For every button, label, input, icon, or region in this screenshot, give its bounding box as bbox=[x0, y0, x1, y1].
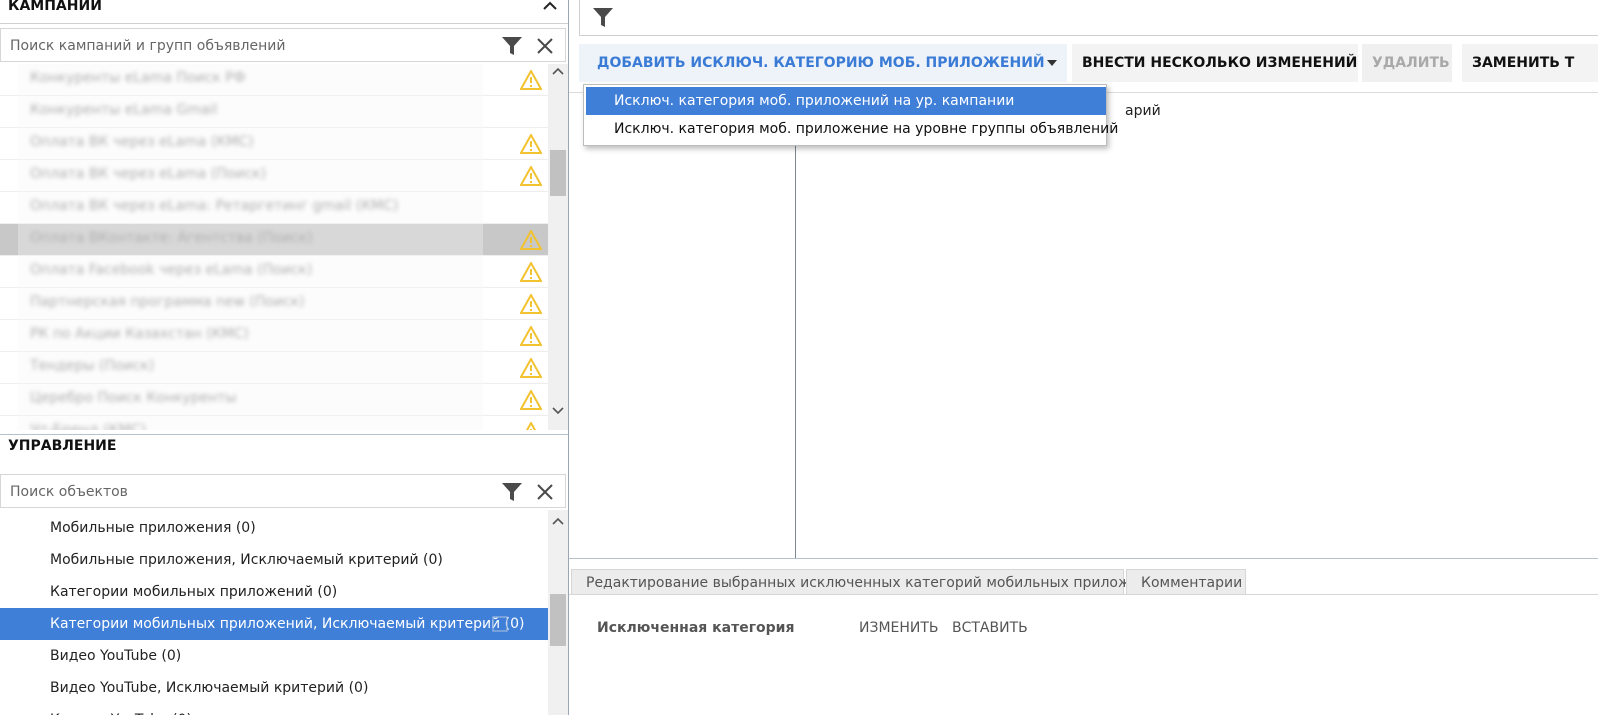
change-button[interactable]: ИЗМЕНИТЬ bbox=[859, 620, 939, 636]
list-item-label: Мобильные приложения (0) bbox=[50, 520, 256, 536]
object-search-input[interactable] bbox=[10, 482, 490, 502]
data-grid: арий bbox=[569, 92, 1598, 559]
tree-row[interactable]: Оплата ВКонтакте: Агентства (Поиск) bbox=[0, 224, 548, 256]
warning-icon[interactable] bbox=[520, 422, 542, 430]
filter-icon[interactable] bbox=[501, 36, 523, 56]
manage-title: УПРАВЛЕНИЕ bbox=[8, 438, 117, 454]
add-dropdown-menu: Исключ. категория моб. приложений на ур.… bbox=[583, 84, 1118, 146]
menu-item-adgroup-level[interactable]: Исключ. категория моб. приложение на уро… bbox=[586, 115, 1118, 143]
scroll-up-icon[interactable] bbox=[552, 516, 564, 526]
scroll-thumb[interactable] bbox=[550, 594, 566, 646]
tree-row[interactable]: Оплата ВК через eLama (КМС) bbox=[0, 128, 548, 160]
tree-row[interactable]: Чт-Бренд (КМС) bbox=[0, 416, 548, 430]
tree-row[interactable]: Оплата ВК через eLama: Ретаргетинг gmail… bbox=[0, 192, 548, 224]
app-window: КАМПАНИИ Конкуренты eLama Поиск РФКонкур… bbox=[0, 0, 1598, 715]
campaign-name: Тендеры (Поиск) bbox=[30, 358, 155, 374]
warning-icon[interactable] bbox=[520, 70, 542, 90]
manage-header: УПРАВЛЕНИЕ bbox=[0, 434, 568, 462]
campaign-search-row bbox=[0, 28, 566, 62]
grid-splitter[interactable] bbox=[569, 558, 1598, 559]
campaigns-title: КАМПАНИИ bbox=[8, 0, 102, 14]
campaign-name: Конкуренты eLama Поиск РФ bbox=[30, 70, 246, 86]
list-item-label: Видео YouTube, Исключаемый критерий (0) bbox=[50, 680, 369, 696]
campaign-search-input[interactable] bbox=[10, 36, 490, 56]
edit-icon[interactable] bbox=[492, 616, 508, 632]
campaign-name: Оплата ВК через eLama (КМС) bbox=[30, 134, 254, 150]
replace-button[interactable]: ЗАМЕНИТЬ Т bbox=[1462, 44, 1598, 82]
tree-row[interactable]: Конкуренты eLama Поиск РФ bbox=[0, 64, 548, 96]
menu-item-campaign-level[interactable]: Исключ. категория моб. приложений на ур.… bbox=[586, 87, 1106, 115]
tab-edit-selected[interactable]: Редактирование выбранных исключенных кат… bbox=[571, 569, 1167, 595]
right-panel: ДОБАВИТЬ ИСКЛЮЧ. КАТЕГОРИЮ МОБ. ПРИЛОЖЕН… bbox=[568, 0, 1598, 715]
list-item[interactable]: Мобильные приложения (0) bbox=[0, 512, 548, 544]
warning-icon[interactable] bbox=[520, 262, 542, 282]
divider bbox=[569, 594, 1598, 595]
filter-icon[interactable] bbox=[501, 482, 523, 502]
left-panel: КАМПАНИИ Конкуренты eLama Поиск РФКонкур… bbox=[0, 0, 568, 715]
warning-icon[interactable] bbox=[520, 358, 542, 378]
warning-icon[interactable] bbox=[520, 166, 542, 186]
close-icon[interactable] bbox=[535, 36, 555, 56]
caret-down-icon[interactable] bbox=[1047, 60, 1057, 66]
tree-row[interactable]: Церебро Поиск Конкуренты bbox=[0, 384, 548, 416]
add-excluded-category-button[interactable]: ДОБАВИТЬ ИСКЛЮЧ. КАТЕГОРИЮ МОБ. ПРИЛОЖЕН… bbox=[579, 44, 1067, 82]
list-item[interactable]: Категории мобильных приложений (0) bbox=[0, 576, 548, 608]
campaigns-header: КАМПАНИИ bbox=[0, 0, 568, 24]
manage-list: Мобильные приложения (0) Мобильные прилож… bbox=[0, 512, 548, 715]
tree-row[interactable]: Тендеры (Поиск) bbox=[0, 352, 548, 384]
excluded-category-label: Исключенная категория bbox=[597, 620, 795, 636]
filter-bar[interactable] bbox=[579, 0, 1598, 36]
delete-button[interactable]: УДАЛИТЬ bbox=[1362, 44, 1452, 82]
warning-icon[interactable] bbox=[520, 294, 542, 314]
tree-row[interactable]: РК по Акции Казахстан (КМС) bbox=[0, 320, 548, 352]
tree-row[interactable]: Оплата Facebook через eLama (Поиск) bbox=[0, 256, 548, 288]
tree-row[interactable]: Конкуренты eLama Gmail bbox=[0, 96, 548, 128]
list-item[interactable]: Каналы YouTube (0) bbox=[0, 704, 548, 715]
chevron-up-icon[interactable] bbox=[542, 0, 558, 14]
scroll-thumb[interactable] bbox=[550, 150, 566, 196]
warning-icon[interactable] bbox=[520, 390, 542, 410]
list-item-label: Категории мобильных приложений, Исключае… bbox=[50, 616, 525, 632]
campaign-name: Оплата Facebook через eLama (Поиск) bbox=[30, 262, 313, 278]
add-button-label: ДОБАВИТЬ ИСКЛЮЧ. КАТЕГОРИЮ МОБ. ПРИЛОЖЕН… bbox=[597, 55, 1045, 71]
tree-row[interactable]: Партнерская программа new (Поиск) bbox=[0, 288, 548, 320]
campaign-name: Партнерская программа new (Поиск) bbox=[30, 294, 305, 310]
campaign-name: Церебро Поиск Конкуренты bbox=[30, 390, 237, 406]
list-item-label: Видео YouTube (0) bbox=[50, 648, 182, 664]
tree-row[interactable]: Оплата ВК через eLama (Поиск) bbox=[0, 160, 548, 192]
scroll-down-icon[interactable] bbox=[552, 406, 564, 416]
filter-icon[interactable] bbox=[592, 6, 614, 28]
campaign-tree-scrollbar[interactable] bbox=[548, 64, 568, 430]
list-item-label: Категории мобильных приложений (0) bbox=[50, 584, 338, 600]
list-item[interactable]: Мобильные приложения, Исключаемый критер… bbox=[0, 544, 548, 576]
list-item[interactable]: Категории мобильных приложений, Исключае… bbox=[0, 608, 548, 640]
campaign-name: Чт-Бренд (КМС) bbox=[30, 422, 146, 430]
list-item-label: Мобильные приложения, Исключаемый критер… bbox=[50, 552, 443, 568]
list-item[interactable]: Видео YouTube (0) bbox=[0, 640, 548, 672]
campaign-name: Оплата ВК через eLama (Поиск) bbox=[30, 166, 267, 182]
multiple-changes-button[interactable]: ВНЕСТИ НЕСКОЛЬКО ИЗМЕНЕНИЙ bbox=[1072, 44, 1358, 82]
list-item[interactable]: Видео YouTube, Исключаемый критерий (0) bbox=[0, 672, 548, 704]
warning-icon[interactable] bbox=[520, 326, 542, 346]
object-search-row bbox=[0, 474, 566, 508]
campaign-name: Оплата ВКонтакте: Агентства (Поиск) bbox=[30, 230, 313, 246]
campaign-name: Оплата ВК через eLama: Ретаргетинг gmail… bbox=[30, 198, 399, 214]
warning-icon[interactable] bbox=[520, 230, 542, 250]
scroll-up-icon[interactable] bbox=[552, 66, 564, 76]
paste-button[interactable]: ВСТАВИТЬ bbox=[952, 620, 1028, 636]
campaign-tree: Конкуренты eLama Поиск РФ Конкуренты eLam… bbox=[0, 64, 548, 430]
campaign-name: Конкуренты eLama Gmail bbox=[30, 102, 218, 118]
tab-comments[interactable]: Комментарии bbox=[1126, 569, 1246, 595]
campaign-name: РК по Акции Казахстан (КМС) bbox=[30, 326, 249, 342]
grid-column-header[interactable]: арий bbox=[1125, 103, 1161, 119]
grid-column-divider[interactable] bbox=[795, 93, 796, 559]
warning-icon[interactable] bbox=[520, 134, 542, 154]
close-icon[interactable] bbox=[535, 482, 555, 502]
manage-list-scrollbar[interactable] bbox=[548, 510, 568, 715]
